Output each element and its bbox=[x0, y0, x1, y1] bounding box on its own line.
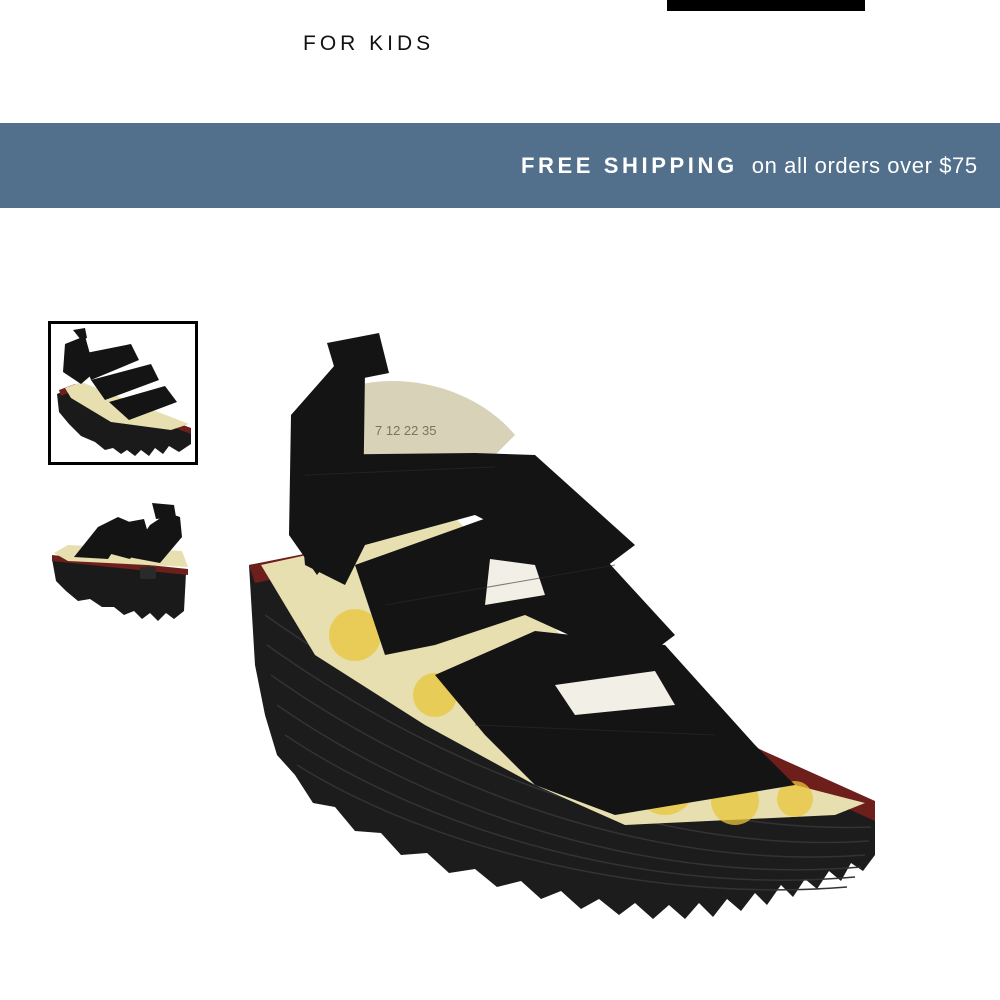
sandal-front-thumbnail-icon bbox=[57, 328, 191, 456]
wedge-sandal-image-icon: 7 12 22 35 bbox=[249, 333, 875, 919]
free-shipping-banner: FREE SHIPPING on all orders over $75 bbox=[0, 123, 1000, 208]
banner-threshold-text: on all orders over $75 bbox=[751, 152, 978, 178]
nav-link-for-kids[interactable]: FOR KIDS bbox=[303, 32, 434, 56]
product-page: FOR KIDS FREE SHIPPING on all orders ove… bbox=[0, 0, 1000, 1000]
sandal-back-thumbnail-icon bbox=[52, 503, 188, 621]
banner-free-shipping: FREE SHIPPING bbox=[521, 152, 738, 178]
header-black-button[interactable] bbox=[667, 0, 865, 11]
product-thumbnail-2[interactable] bbox=[48, 503, 198, 647]
banner-text: FREE SHIPPING on all orders over $75 bbox=[521, 123, 978, 208]
product-thumbnail-1[interactable] bbox=[48, 321, 198, 465]
insole-size-print: 7 12 22 35 bbox=[375, 423, 436, 438]
product-main-image[interactable]: 7 12 22 35 bbox=[235, 315, 895, 955]
